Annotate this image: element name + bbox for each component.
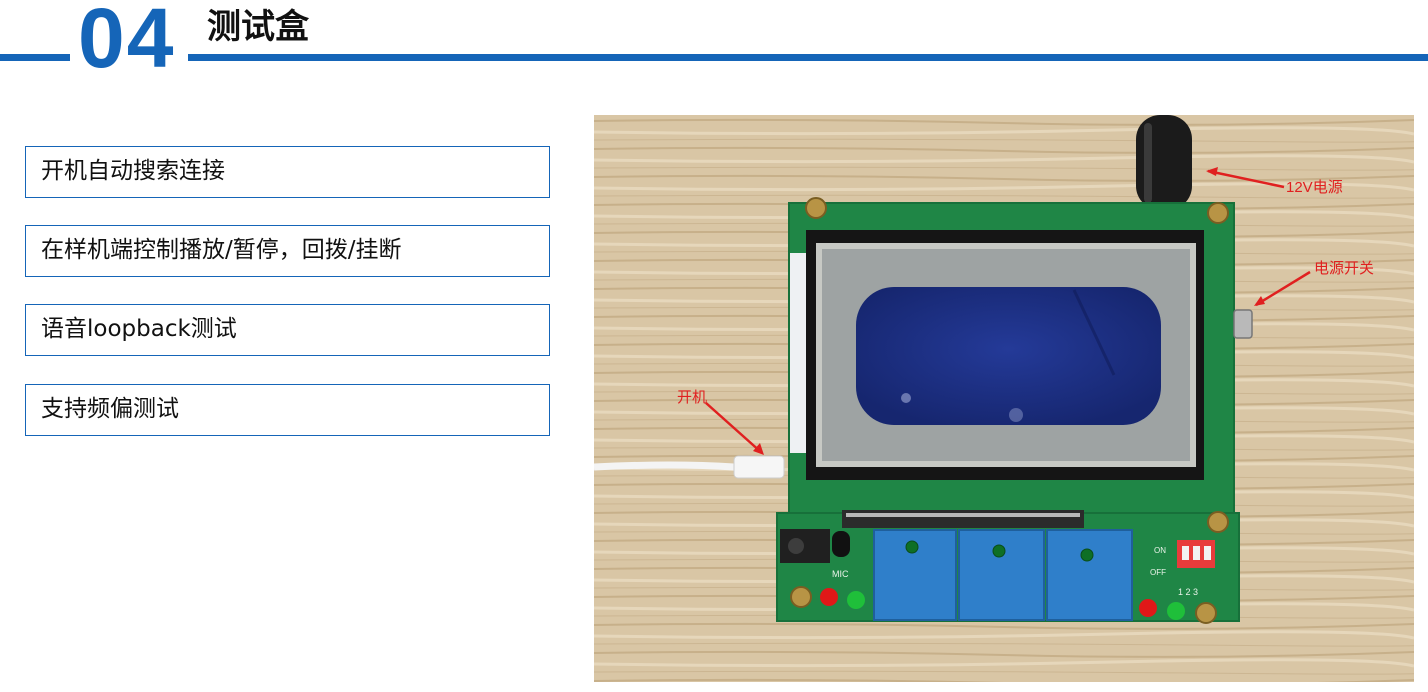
annotation-boot: 开机 bbox=[677, 389, 707, 406]
screw-icon bbox=[1207, 511, 1229, 533]
feature-box-playback-control: 在样机端控制播放/暂停，回拨/挂断 bbox=[25, 225, 550, 277]
annotation-power-switch: 电源开关 bbox=[1314, 260, 1374, 277]
feature-box-frequency-offset: 支持频偏测试 bbox=[25, 384, 550, 436]
feature-box-auto-connect: 开机自动搜索连接 bbox=[25, 146, 550, 198]
relay-2 bbox=[958, 529, 1045, 621]
screw-icon bbox=[790, 586, 812, 608]
annotation-12v-power: 12V电源 bbox=[1286, 179, 1343, 196]
device-photo: MIC ON OFF 1 2 3 12V电源 电源开关 开机 bbox=[594, 115, 1414, 682]
section-title: 测试盒 bbox=[207, 7, 309, 47]
green-led bbox=[847, 591, 865, 609]
section-number: 04 bbox=[78, 0, 176, 85]
relay-3 bbox=[1046, 529, 1133, 621]
dip-numbers-label: 1 2 3 bbox=[1178, 587, 1198, 597]
screw-icon bbox=[1207, 202, 1229, 224]
audio-jack bbox=[780, 529, 830, 563]
feature-box-loopback: 语音loopback测试 bbox=[25, 304, 550, 356]
mic-label: MIC bbox=[832, 569, 849, 579]
on-label: ON bbox=[1154, 546, 1166, 555]
lcd-screen bbox=[856, 287, 1161, 425]
off-label: OFF bbox=[1150, 568, 1166, 577]
screw-icon bbox=[1195, 602, 1217, 624]
screw-icon bbox=[805, 197, 827, 219]
header-rule-right bbox=[188, 54, 1428, 61]
usb-plug bbox=[733, 455, 785, 479]
red-led bbox=[1139, 599, 1157, 617]
green-led bbox=[1167, 602, 1185, 620]
power-toggle-switch bbox=[1233, 309, 1253, 339]
pin-header bbox=[842, 510, 1084, 528]
header-rule-left bbox=[0, 54, 70, 61]
red-led bbox=[820, 588, 838, 606]
